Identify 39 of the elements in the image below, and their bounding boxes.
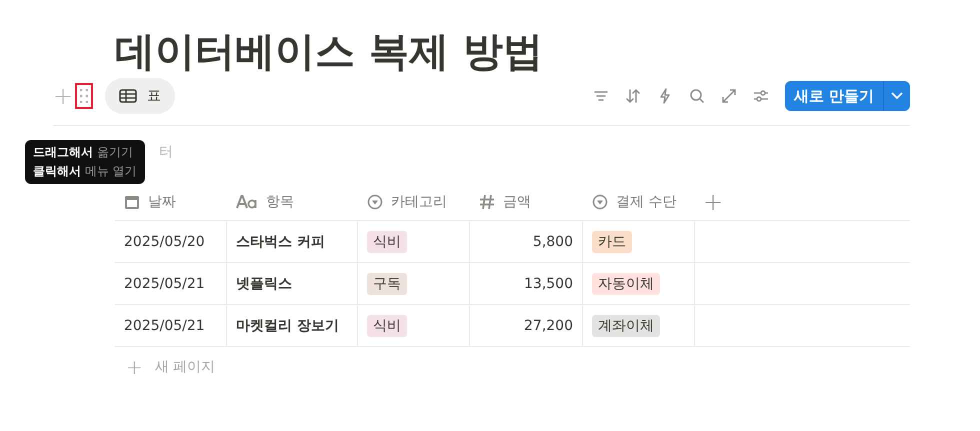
table-icon	[119, 89, 137, 103]
tooltip: 드래그해서 옮기기 클릭해서 메뉴 열기	[25, 140, 145, 184]
table-cell: 넷플릭스	[236, 274, 292, 292]
column-header[interactable]: 날짜	[115, 192, 227, 210]
table-cell: 27,200	[524, 318, 573, 334]
table-cell: 13,500	[524, 276, 573, 292]
calendar-icon	[124, 194, 140, 210]
table-cell: 마켓컬리 장보기	[236, 316, 339, 334]
tag: 식비	[367, 230, 407, 252]
table-cell: 5,800	[532, 234, 573, 250]
table-view-tab[interactable]: 표	[105, 78, 175, 114]
settings-icon[interactable]	[752, 88, 769, 104]
new-page-link[interactable]: 새 페이지	[154, 358, 216, 376]
tag: 구독	[367, 272, 407, 294]
column-header[interactable]: 카테고리	[358, 192, 470, 210]
column-header[interactable]: 항목	[227, 192, 358, 210]
page-title: 데이터베이스 복제 방법	[115, 28, 544, 77]
tag: 자동이체	[592, 272, 660, 294]
expand-icon[interactable]	[720, 88, 737, 104]
tag: 계좌이체	[592, 314, 660, 336]
new-button[interactable]: 새로 만들기	[784, 81, 884, 111]
sort-icon[interactable]	[624, 88, 641, 104]
hash-icon	[479, 194, 495, 210]
table-cell: 2025/05/21	[124, 276, 205, 292]
tag: 카드	[592, 230, 632, 252]
table-cell: 2025/05/20	[124, 234, 205, 250]
column-header[interactable]: 결제 수단	[583, 192, 695, 210]
table-cell: 2025/05/21	[124, 318, 205, 334]
drag-handle-icon[interactable]	[75, 83, 93, 109]
tag: 식비	[367, 314, 407, 336]
text-icon	[236, 194, 258, 208]
plus-icon[interactable]: +	[126, 355, 143, 379]
column-header[interactable]: 금액	[470, 192, 583, 210]
chevron-icon	[891, 92, 903, 100]
dropdown-icon	[367, 194, 383, 210]
search-icon[interactable]	[688, 88, 705, 104]
table-cell: 스타벅스 커피	[236, 232, 325, 250]
dropdown-icon	[592, 194, 608, 210]
add-column-icon[interactable]: +	[703, 188, 724, 216]
